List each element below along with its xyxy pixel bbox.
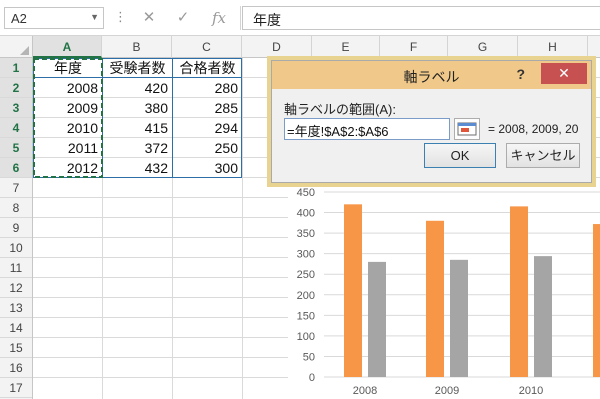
column-header-d[interactable]: D: [242, 36, 312, 58]
dialog-titlebar[interactable]: 軸ラベル ? ✕: [272, 61, 591, 89]
y-tick-label: 400: [297, 208, 315, 220]
row-header[interactable]: 4: [0, 118, 32, 138]
row-header[interactable]: 7: [0, 178, 32, 198]
bar-passers-2010: [534, 256, 552, 377]
column-header-e[interactable]: E: [312, 36, 380, 58]
ok-button[interactable]: OK: [424, 143, 496, 168]
bar-passers-2008: [368, 261, 386, 377]
range-preview: = 2008, 2009, 20: [488, 122, 579, 136]
bar-passers-2009: [450, 259, 468, 377]
row-header[interactable]: 1: [0, 58, 32, 78]
formula-bar: A2 ▼ ⋮ ✕ ✓ fx 年度: [0, 0, 600, 36]
row-header[interactable]: 5: [0, 138, 32, 158]
column-header-a[interactable]: A: [33, 36, 102, 58]
range-label: 軸ラベルの範囲(A):: [284, 102, 396, 117]
chevron-down-icon[interactable]: ▼: [90, 12, 99, 22]
range-select-icon: [457, 122, 477, 136]
table-cell[interactable]: 294: [173, 118, 242, 138]
y-tick-label: 100: [297, 331, 315, 343]
function-icon[interactable]: fx: [206, 6, 232, 30]
row-header[interactable]: 16: [0, 358, 32, 378]
bar-applicants-2008: [344, 204, 362, 377]
column-header-b[interactable]: B: [102, 36, 172, 58]
table-cell[interactable]: 420: [103, 78, 172, 98]
table-cell[interactable]: 372: [103, 138, 172, 158]
column-header-f[interactable]: F: [380, 36, 448, 58]
bar-applicants-2010: [510, 206, 528, 377]
row-header[interactable]: 11: [0, 258, 32, 278]
y-tick-label: 250: [297, 269, 315, 281]
formula-content: 年度: [253, 12, 281, 28]
table-cell[interactable]: 415: [103, 118, 172, 138]
y-tick-label: 0: [309, 372, 315, 384]
name-box-value: A2: [11, 11, 27, 26]
table-cell[interactable]: 300: [173, 158, 242, 178]
y-tick-label: 150: [297, 310, 315, 322]
axis-labels-dialog: 軸ラベル ? ✕ 軸ラベルの範囲(A): =年度!$A$2:$A$6 = 200…: [271, 60, 592, 183]
x-tick-label: 2009: [435, 385, 459, 397]
row-header[interactable]: 2: [0, 78, 32, 98]
column-header-h[interactable]: H: [518, 36, 588, 58]
row-header[interactable]: 17: [0, 378, 32, 398]
collapse-dialog-button[interactable]: [454, 118, 480, 140]
table-cell[interactable]: 280: [173, 78, 242, 98]
cancel-icon[interactable]: ✕: [136, 6, 162, 30]
table-cell[interactable]: 285: [173, 98, 242, 118]
column-header-g[interactable]: G: [448, 36, 518, 58]
bar-chart[interactable]: 450 400 350 300 250 200 150 100 50 0 2008 2009 2010: [288, 180, 600, 399]
select-all-button[interactable]: [0, 36, 33, 58]
y-tick-label: 200: [297, 290, 315, 302]
row-header[interactable]: 15: [0, 338, 32, 358]
row-header[interactable]: 14: [0, 318, 32, 338]
table-header[interactable]: 合格者数: [173, 58, 242, 78]
range-input[interactable]: =年度!$A$2:$A$6: [284, 118, 450, 140]
formula-divider: [240, 6, 241, 30]
bar-applicants-2009: [426, 220, 444, 377]
range-input-value: =年度!$A$2:$A$6: [287, 124, 389, 139]
close-icon[interactable]: ✕: [541, 63, 587, 84]
chart-area[interactable]: 450 400 350 300 250 200 150 100 50 0 2008 2009 2010: [288, 180, 600, 399]
row-header[interactable]: 9: [0, 218, 32, 238]
row-header[interactable]: 12: [0, 278, 32, 298]
column-header-bar: A B C D E F G H: [0, 36, 600, 58]
row-header[interactable]: 8: [0, 198, 32, 218]
row-header[interactable]: 13: [0, 298, 32, 318]
y-tick-label: 450: [297, 187, 315, 199]
name-box[interactable]: A2 ▼: [4, 7, 104, 29]
bar-applicants-2011: [593, 224, 600, 377]
help-icon[interactable]: ?: [516, 66, 525, 82]
table-cell[interactable]: 250: [173, 138, 242, 158]
cancel-button[interactable]: キャンセル: [506, 143, 580, 168]
table-cell[interactable]: 380: [103, 98, 172, 118]
y-tick-label: 350: [297, 228, 315, 240]
row-header[interactable]: 6: [0, 158, 32, 178]
drag-handle-icon[interactable]: ⋮: [114, 9, 128, 25]
x-tick-label: 2008: [353, 385, 377, 397]
range-selection-marquee: [33, 58, 103, 178]
column-header-c[interactable]: C: [172, 36, 242, 58]
y-tick-label: 50: [303, 351, 315, 363]
enter-icon[interactable]: ✓: [170, 6, 196, 30]
x-tick-label: 2010: [519, 385, 543, 397]
table-cell[interactable]: 432: [103, 158, 172, 178]
row-header[interactable]: 3: [0, 98, 32, 118]
formula-input[interactable]: 年度: [242, 6, 600, 30]
table-header[interactable]: 受験者数: [103, 58, 172, 78]
row-header-bar: 1 2 3 4 5 6 7 8 9 10 11 12 13 14 15 16 1…: [0, 58, 33, 399]
y-tick-label: 300: [297, 249, 315, 261]
row-header[interactable]: 10: [0, 238, 32, 258]
